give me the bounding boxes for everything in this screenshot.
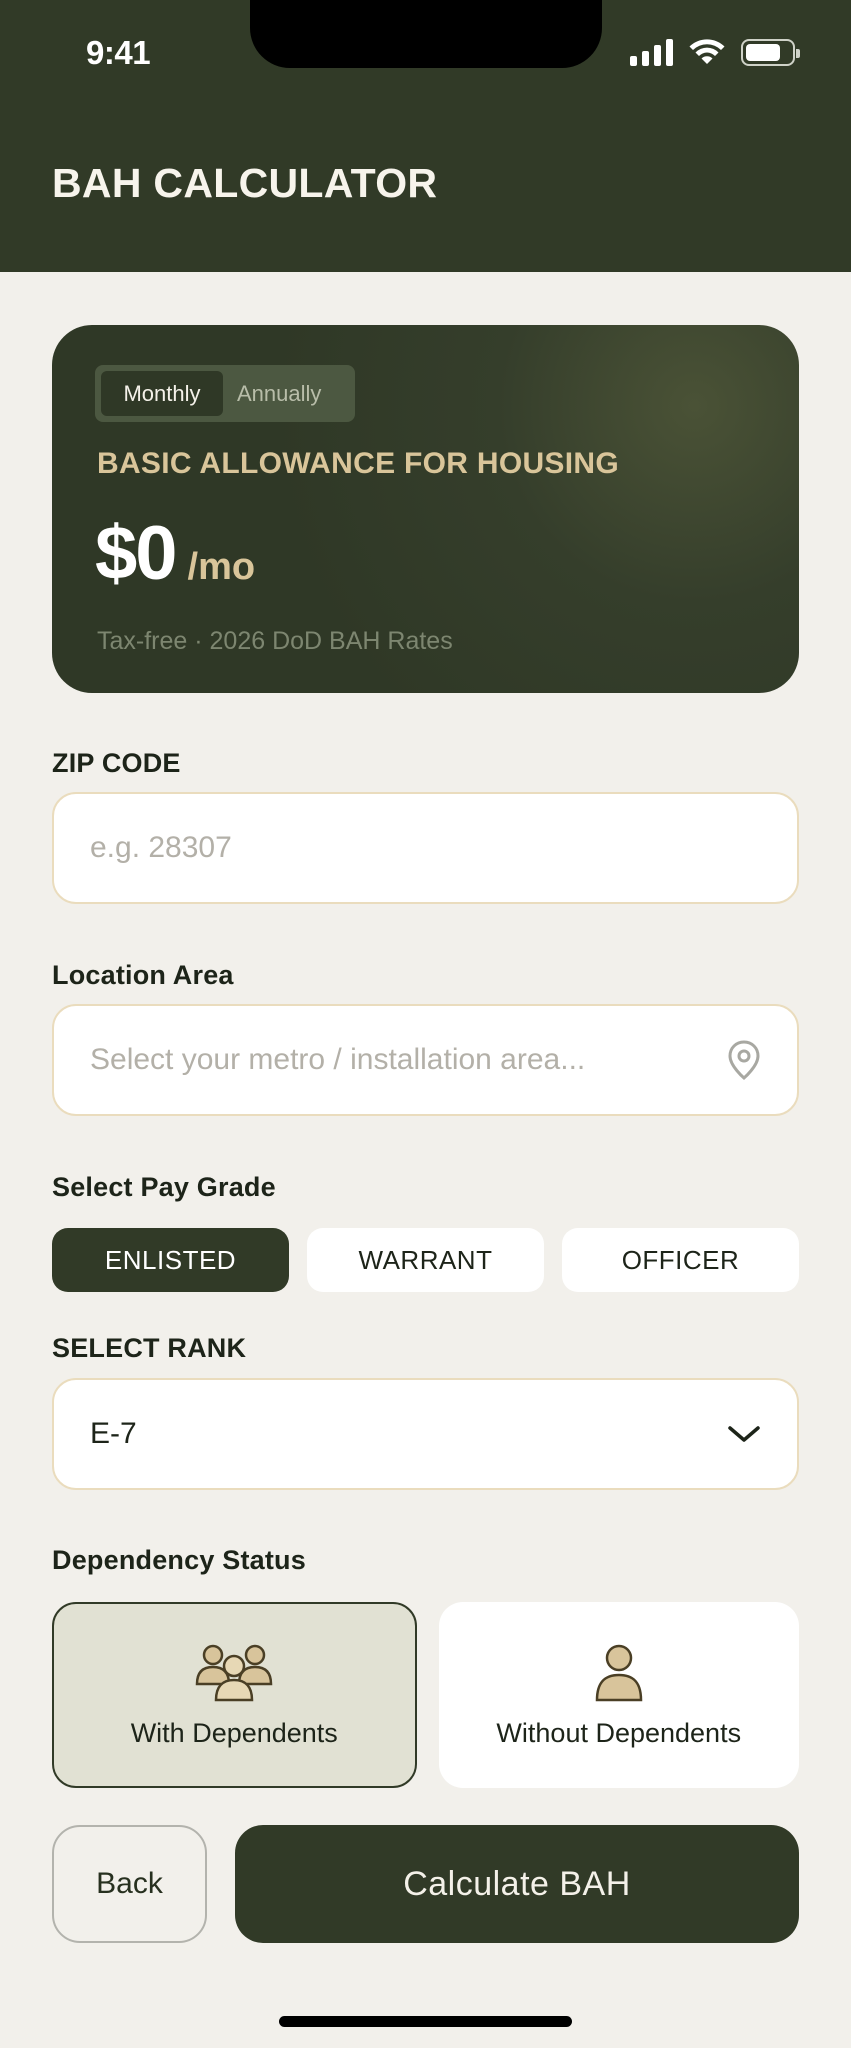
allowance-amount: $0 /mo (95, 510, 255, 597)
calculate-bah-button[interactable]: Calculate BAH (235, 1825, 799, 1943)
bah-result-card: Monthly Annually BASIC ALLOWANCE FOR HOU… (52, 325, 799, 693)
bah-calculator-screen: 9:41 BAH CALCULATOR Monthly Annually BAS… (0, 0, 851, 2048)
with-dependents-label: With Dependents (130, 1717, 338, 1748)
action-buttons: Back Calculate BAH (52, 1825, 799, 1943)
period-option-monthly[interactable]: Monthly (101, 371, 223, 416)
status-time: 9:41 (86, 34, 151, 71)
cellular-signal-icon (630, 38, 673, 66)
dependency-options: With Dependents Without Dependents (52, 1602, 799, 1788)
location-label: Location Area (52, 960, 234, 990)
back-button[interactable]: Back (52, 1825, 207, 1943)
zip-label: ZIP CODE (52, 748, 181, 778)
with-dependents-option[interactable]: With Dependents (52, 1602, 417, 1788)
location-select[interactable]: Select your metro / installation area... (52, 1004, 799, 1116)
without-dependents-option[interactable]: Without Dependents (438, 1602, 799, 1788)
period-toggle: Monthly Annually (95, 365, 355, 422)
without-dependents-label: Without Dependents (496, 1717, 742, 1748)
rates-note: Tax-free · 2026 DoD BAH Rates (97, 627, 453, 655)
pay-grade-officer[interactable]: OFFICER (562, 1228, 799, 1292)
map-pin-icon (727, 1039, 761, 1081)
pay-grade-segmented: ENLISTED WARRANT OFFICER (52, 1228, 799, 1292)
location-placeholder: Select your metro / installation area... (90, 1043, 586, 1076)
period-option-annually[interactable]: Annually (223, 371, 335, 416)
dependency-label: Dependency Status (52, 1545, 306, 1575)
pay-grade-label: Select Pay Grade (52, 1172, 276, 1202)
zip-placeholder: e.g. 28307 (90, 831, 232, 864)
pay-grade-warrant[interactable]: WARRANT (307, 1228, 544, 1292)
app-header: 9:41 BAH CALCULATOR (0, 0, 851, 272)
battery-icon (741, 38, 800, 66)
home-indicator[interactable] (279, 2016, 572, 2027)
amount-value: $0 (95, 511, 178, 596)
allowance-label: BASIC ALLOWANCE FOR HOUSING (97, 447, 619, 480)
rank-value: E-7 (90, 1417, 137, 1450)
device-notch (250, 0, 602, 68)
family-icon (195, 1644, 273, 1701)
wifi-icon (689, 39, 725, 64)
rank-select[interactable]: E-7 (52, 1378, 799, 1490)
pay-grade-enlisted[interactable]: ENLISTED (52, 1228, 289, 1292)
page-title: BAH CALCULATOR (52, 160, 438, 206)
person-icon (595, 1644, 643, 1701)
chevron-down-icon (727, 1424, 761, 1444)
status-icons (630, 38, 800, 66)
rank-label: SELECT RANK (52, 1333, 247, 1363)
zip-input[interactable]: e.g. 28307 (52, 792, 799, 904)
amount-unit: /mo (187, 546, 256, 588)
